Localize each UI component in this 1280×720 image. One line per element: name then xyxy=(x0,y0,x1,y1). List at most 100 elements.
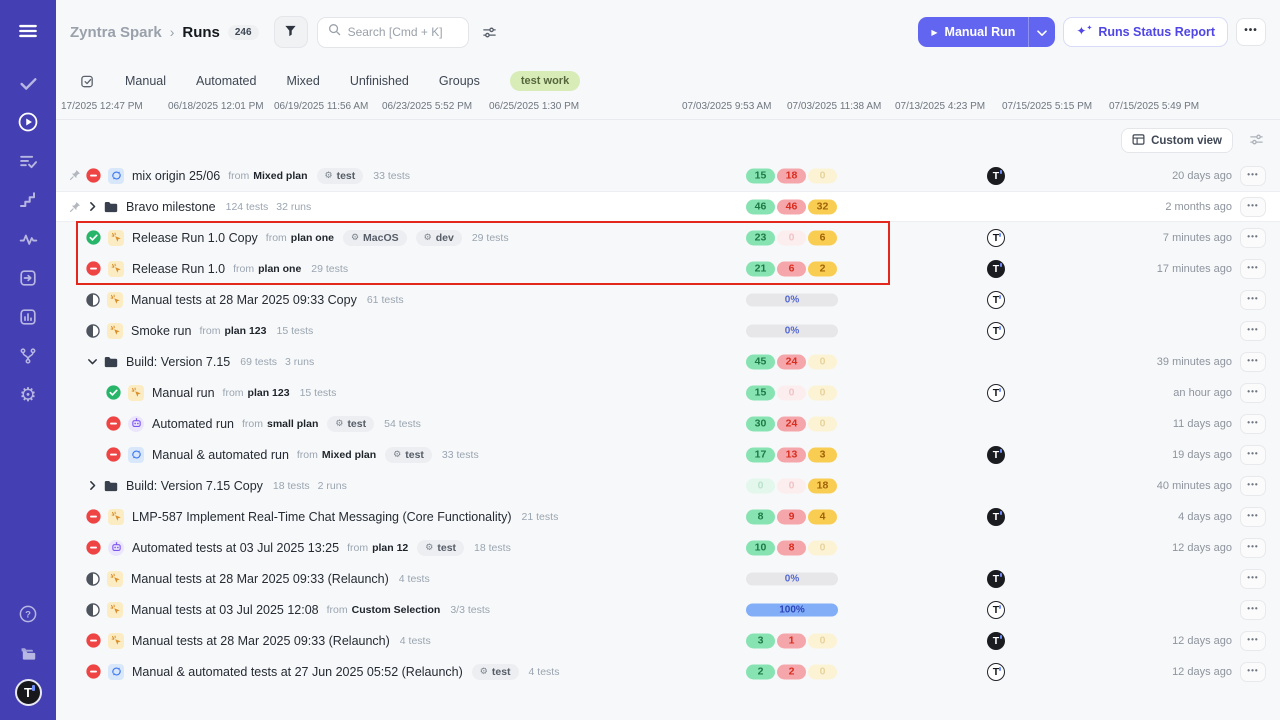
sidebar-gear-icon[interactable]: ⚙ xyxy=(10,382,46,408)
run-name[interactable]: mix origin 25/06 xyxy=(132,169,220,183)
manual-run-button[interactable]: ▶ Manual Run xyxy=(918,17,1028,47)
row-more-button[interactable]: ••• xyxy=(1240,383,1266,403)
sidebar-menu-icon[interactable] xyxy=(10,16,46,46)
search-input[interactable]: Search [Cmd + K] xyxy=(317,17,469,48)
row-more-button[interactable]: ••• xyxy=(1240,600,1266,620)
row-more-button[interactable]: ••• xyxy=(1240,569,1266,589)
row-more-button[interactable]: ••• xyxy=(1240,290,1266,310)
plan-name[interactable]: plan 12 xyxy=(372,542,408,554)
header-more-button[interactable]: ••• xyxy=(1236,18,1266,46)
run-row[interactable]: Automated runfromsmall plan⚙test54 tests… xyxy=(56,408,1280,439)
run-name[interactable]: Build: Version 7.15 xyxy=(126,355,230,369)
select-runs-icon[interactable] xyxy=(80,74,95,89)
run-row[interactable]: Manual & automated tests at 27 Jun 2025 … xyxy=(56,656,1280,687)
run-row[interactable]: Manual tests at 28 Mar 2025 09:33 (Relau… xyxy=(56,563,1280,594)
row-more-button[interactable]: ••• xyxy=(1240,662,1266,682)
run-name[interactable]: Bravo milestone xyxy=(126,200,216,214)
pin-icon[interactable] xyxy=(69,168,81,186)
sidebar-play-circle-icon[interactable] xyxy=(10,109,46,135)
active-tag-filter[interactable]: test work xyxy=(510,71,580,91)
run-name[interactable]: Manual tests at 28 Mar 2025 09:33 (Relau… xyxy=(132,634,390,648)
run-name[interactable]: Manual & automated run xyxy=(152,448,289,462)
custom-view-button[interactable]: Custom view xyxy=(1121,128,1233,153)
run-row[interactable]: mix origin 25/06fromMixed plan⚙test33 te… xyxy=(56,160,1280,191)
run-row[interactable]: Manual & automated runfromMixed plan⚙tes… xyxy=(56,439,1280,470)
row-more-button[interactable]: ••• xyxy=(1240,414,1266,434)
plan-name[interactable]: plan 123 xyxy=(248,387,290,399)
row-more-button[interactable]: ••• xyxy=(1240,631,1266,651)
runs-status-report-button[interactable]: ✦✦ Runs Status Report xyxy=(1063,17,1228,47)
run-name[interactable]: Smoke run xyxy=(131,324,191,338)
run-name[interactable]: Manual tests at 03 Jul 2025 12:08 xyxy=(131,603,319,617)
sidebar-user-avatar[interactable]: T xyxy=(15,679,42,706)
timeline-date: 06/19/2025 11:56 AM xyxy=(274,101,368,112)
search-settings-icon[interactable] xyxy=(478,20,502,44)
run-row[interactable]: Automated tests at 03 Jul 2025 13:25from… xyxy=(56,532,1280,563)
run-group-row[interactable]: Bravo milestone124 tests32 runs4646322 m… xyxy=(56,191,1280,222)
run-name[interactable]: Build: Version 7.15 Copy xyxy=(126,479,263,493)
plan-name[interactable]: Mixed plan xyxy=(322,449,376,461)
row-more-button[interactable]: ••• xyxy=(1240,507,1266,527)
sidebar-pulse-icon[interactable] xyxy=(10,226,46,252)
plan-name[interactable]: plan 123 xyxy=(224,325,266,337)
run-row[interactable]: Manual tests at 28 Mar 2025 09:33 (Relau… xyxy=(56,625,1280,656)
row-more-button[interactable]: ••• xyxy=(1240,228,1266,248)
run-name[interactable]: Manual tests at 28 Mar 2025 09:33 Copy xyxy=(131,293,357,307)
view-settings-icon[interactable] xyxy=(1249,132,1264,152)
row-more-button[interactable]: ••• xyxy=(1240,352,1266,372)
sidebar-branch-icon[interactable] xyxy=(10,343,46,369)
run-name[interactable]: Release Run 1.0 xyxy=(132,262,225,276)
sidebar-help-icon[interactable]: ? xyxy=(10,601,46,627)
tab-unfinished[interactable]: Unfinished xyxy=(350,74,409,88)
status-failed-icon xyxy=(86,664,101,679)
run-name[interactable]: Release Run 1.0 Copy xyxy=(132,231,258,245)
chevron-right-icon[interactable] xyxy=(86,479,99,492)
run-name[interactable]: LMP-587 Implement Real-Time Chat Messagi… xyxy=(132,510,512,524)
chevron-right-icon[interactable] xyxy=(86,200,99,213)
run-name[interactable]: Automated tests at 03 Jul 2025 13:25 xyxy=(132,541,339,555)
row-more-button[interactable]: ••• xyxy=(1240,476,1266,496)
row-more-button[interactable]: ••• xyxy=(1240,197,1266,217)
run-timestamp: 17 minutes ago xyxy=(1157,263,1232,275)
run-name[interactable]: Manual tests at 28 Mar 2025 09:33 (Relau… xyxy=(131,572,389,586)
row-more-button[interactable]: ••• xyxy=(1240,166,1266,186)
chevron-down-icon[interactable] xyxy=(86,355,99,368)
row-more-button[interactable]: ••• xyxy=(1240,321,1266,341)
run-group-row[interactable]: Build: Version 7.1569 tests3 runs4524039… xyxy=(56,346,1280,377)
run-row[interactable]: Smoke runfromplan 12315 tests0%T••• xyxy=(56,315,1280,346)
sidebar-import-icon[interactable] xyxy=(10,265,46,291)
run-name[interactable]: Manual & automated tests at 27 Jun 2025 … xyxy=(132,665,463,679)
pin-icon[interactable] xyxy=(69,200,81,218)
filter-button[interactable] xyxy=(274,16,308,48)
run-name[interactable]: Automated run xyxy=(152,417,234,431)
run-row[interactable]: LMP-587 Implement Real-Time Chat Messagi… xyxy=(56,501,1280,532)
run-row[interactable]: Manual tests at 28 Mar 2025 09:33 Copy61… xyxy=(56,284,1280,315)
status-pending-icon xyxy=(86,293,100,307)
run-row[interactable]: Manual tests at 03 Jul 2025 12:08fromCus… xyxy=(56,594,1280,625)
sidebar-steps-icon[interactable] xyxy=(10,187,46,213)
run-row[interactable]: Manual runfromplan 12315 tests1500Tan ho… xyxy=(56,377,1280,408)
row-more-button[interactable]: ••• xyxy=(1240,538,1266,558)
run-name[interactable]: Manual run xyxy=(152,386,215,400)
row-more-button[interactable]: ••• xyxy=(1240,259,1266,279)
run-row[interactable]: Release Run 1.0fromplan one29 tests2162T… xyxy=(56,253,1280,284)
plan-name[interactable]: plan one xyxy=(258,263,301,275)
tab-mixed[interactable]: Mixed xyxy=(286,74,319,88)
plan-name[interactable]: small plan xyxy=(267,418,318,430)
sidebar-report-chart-icon[interactable] xyxy=(10,304,46,330)
run-row[interactable]: Release Run 1.0 Copyfromplan one⚙MacOS⚙d… xyxy=(56,222,1280,253)
sidebar-projects-icon[interactable] xyxy=(10,640,46,666)
plan-name[interactable]: plan one xyxy=(291,232,334,244)
row-more-button[interactable]: ••• xyxy=(1240,445,1266,465)
run-group-row[interactable]: Build: Version 7.15 Copy18 tests2 runs00… xyxy=(56,470,1280,501)
manual-run-dropdown-button[interactable] xyxy=(1028,17,1055,47)
breadcrumb-project[interactable]: Zyntra Spark xyxy=(70,24,162,41)
run-type-mixed-icon xyxy=(108,168,124,184)
tab-groups[interactable]: Groups xyxy=(439,74,480,88)
sidebar-list-check-icon[interactable] xyxy=(10,148,46,174)
tab-automated[interactable]: Automated xyxy=(196,74,256,88)
sidebar-check-icon[interactable] xyxy=(10,70,46,96)
tab-manual[interactable]: Manual xyxy=(125,74,166,88)
plan-name[interactable]: Custom Selection xyxy=(352,604,441,616)
plan-name[interactable]: Mixed plan xyxy=(253,170,307,182)
